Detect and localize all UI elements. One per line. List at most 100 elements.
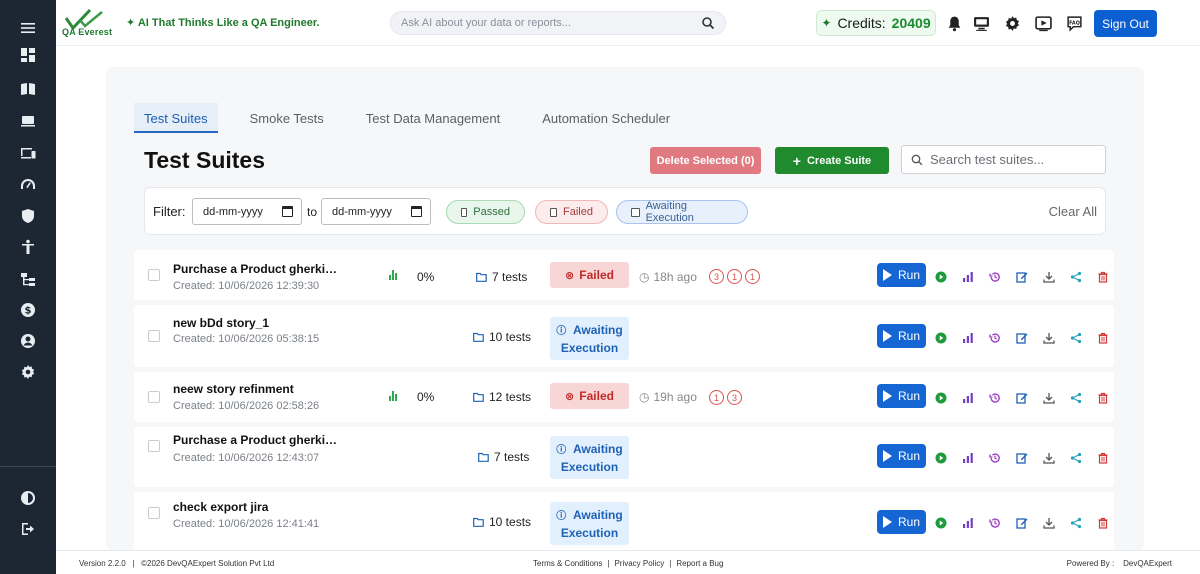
run-label: Run <box>897 329 920 343</box>
count-circle: 1 <box>709 390 724 405</box>
row-checkbox[interactable] <box>148 269 160 281</box>
calendar-icon[interactable] <box>282 206 293 217</box>
history-icon[interactable] <box>988 391 1002 405</box>
faq-icon[interactable]: FAQ <box>1064 13 1084 33</box>
half-circle-icon[interactable] <box>14 487 42 509</box>
filter-chip-awaiting[interactable]: Awaiting Execution <box>616 200 748 224</box>
share-icon[interactable] <box>1069 270 1083 284</box>
devices-icon[interactable] <box>14 142 42 164</box>
tab-test-data-management[interactable]: Test Data Management <box>356 103 510 133</box>
gear-icon[interactable] <box>14 361 42 383</box>
suite-name[interactable]: neew story refinment <box>173 382 294 396</box>
date-from-input[interactable]: dd-mm-yyyy <box>192 198 302 225</box>
delete-icon[interactable] <box>1096 391 1110 405</box>
last-run-label: 18h ago <box>653 270 697 284</box>
analytics-icon[interactable] <box>961 391 975 405</box>
history-icon[interactable] <box>988 451 1002 465</box>
edit-icon[interactable] <box>1015 516 1029 530</box>
table-row[interactable]: Purchase a Product gherki… Created: 10/0… <box>134 427 1114 487</box>
row-checkbox[interactable] <box>148 330 160 342</box>
display-icon[interactable] <box>971 13 991 33</box>
suite-name[interactable]: new bDd story_1 <box>173 316 269 330</box>
play-circle-icon[interactable] <box>934 331 948 345</box>
play-circle-icon[interactable] <box>934 391 948 405</box>
clear-all-button[interactable]: Clear All <box>1049 204 1097 219</box>
delete-icon[interactable] <box>1096 331 1110 345</box>
test-count: 7 tests <box>476 270 527 284</box>
delete-icon[interactable] <box>1096 451 1110 465</box>
filter-chip-failed[interactable]: Failed <box>535 200 608 224</box>
run-button[interactable]: Run <box>877 510 926 534</box>
bell-icon[interactable] <box>944 13 964 33</box>
run-button[interactable]: Run <box>877 263 926 287</box>
history-icon[interactable] <box>988 331 1002 345</box>
monitor-icon[interactable] <box>14 110 42 132</box>
report-bug-link[interactable]: Report a Bug <box>671 559 728 568</box>
tree-icon[interactable] <box>14 268 42 290</box>
menu-icon[interactable] <box>14 17 42 39</box>
sign-out-button[interactable]: Sign Out <box>1094 10 1157 37</box>
analytics-icon[interactable] <box>961 331 975 345</box>
date-to-input[interactable]: dd-mm-yyyy <box>321 198 431 225</box>
edit-icon[interactable] <box>1015 451 1029 465</box>
share-icon[interactable] <box>1069 331 1083 345</box>
share-icon[interactable] <box>1069 391 1083 405</box>
delete-icon[interactable] <box>1096 516 1110 530</box>
dashboard-icon[interactable] <box>14 44 42 66</box>
settings-gear-icon[interactable] <box>1002 13 1022 33</box>
play-circle-icon[interactable] <box>934 516 948 530</box>
accessibility-icon[interactable] <box>14 236 42 258</box>
edit-icon[interactable] <box>1015 331 1029 345</box>
user-circle-icon[interactable] <box>14 330 42 352</box>
shield-icon[interactable] <box>14 205 42 227</box>
history-icon[interactable] <box>988 516 1002 530</box>
book-icon[interactable] <box>14 78 42 100</box>
suite-name[interactable]: Purchase a Product gherki… <box>173 433 337 447</box>
edit-icon[interactable] <box>1015 270 1029 284</box>
table-row[interactable]: check export jira Created: 10/06/2026 12… <box>134 492 1114 551</box>
analytics-icon[interactable] <box>961 516 975 530</box>
row-checkbox[interactable] <box>148 507 160 519</box>
table-row[interactable]: Purchase a Product gherki… Created: 10/0… <box>134 250 1114 300</box>
ai-search-input[interactable]: Ask AI about your data or reports... <box>390 11 726 35</box>
dollar-icon[interactable]: $ <box>14 299 42 321</box>
create-suite-button[interactable]: + Create Suite <box>775 147 889 174</box>
search-test-suites-input[interactable]: Search test suites... <box>901 145 1106 174</box>
checkbox-icon <box>631 207 640 217</box>
download-icon[interactable] <box>1042 391 1056 405</box>
download-icon[interactable] <box>1042 331 1056 345</box>
share-icon[interactable] <box>1069 451 1083 465</box>
run-button[interactable]: Run <box>877 444 926 468</box>
suite-name[interactable]: check export jira <box>173 500 268 514</box>
row-checkbox[interactable] <box>148 391 160 403</box>
delete-selected-button[interactable]: Delete Selected (0) <box>650 147 761 174</box>
video-play-icon[interactable] <box>1033 13 1053 33</box>
table-row[interactable]: neew story refinment Created: 10/06/2026… <box>134 372 1114 422</box>
filter-chip-passed[interactable]: Passed <box>446 200 525 224</box>
download-icon[interactable] <box>1042 451 1056 465</box>
play-circle-icon[interactable] <box>934 451 948 465</box>
tab-smoke-tests[interactable]: Smoke Tests <box>240 103 334 133</box>
row-checkbox[interactable] <box>148 440 160 452</box>
analytics-icon[interactable] <box>961 451 975 465</box>
speedometer-icon[interactable] <box>14 174 42 196</box>
powered-by-name[interactable]: DevQAExpert <box>1123 559 1172 568</box>
suite-name[interactable]: Purchase a Product gherki… <box>173 262 337 276</box>
table-row[interactable]: new bDd story_1 Created: 10/06/2026 05:3… <box>134 305 1114 367</box>
logout-icon[interactable] <box>14 518 42 540</box>
play-circle-icon[interactable] <box>934 270 948 284</box>
run-button[interactable]: Run <box>877 324 926 348</box>
run-button[interactable]: Run <box>877 384 926 408</box>
calendar-icon[interactable] <box>411 206 422 217</box>
tab-test-suites[interactable]: Test Suites <box>134 103 218 133</box>
delete-icon[interactable] <box>1096 270 1110 284</box>
share-icon[interactable] <box>1069 516 1083 530</box>
analytics-icon[interactable] <box>961 270 975 284</box>
download-icon[interactable] <box>1042 270 1056 284</box>
download-icon[interactable] <box>1042 516 1056 530</box>
edit-icon[interactable] <box>1015 391 1029 405</box>
privacy-link[interactable]: Privacy Policy <box>609 559 669 568</box>
terms-link[interactable]: Terms & Conditions <box>528 559 607 568</box>
tab-automation-scheduler[interactable]: Automation Scheduler <box>532 103 680 133</box>
history-icon[interactable] <box>988 270 1002 284</box>
